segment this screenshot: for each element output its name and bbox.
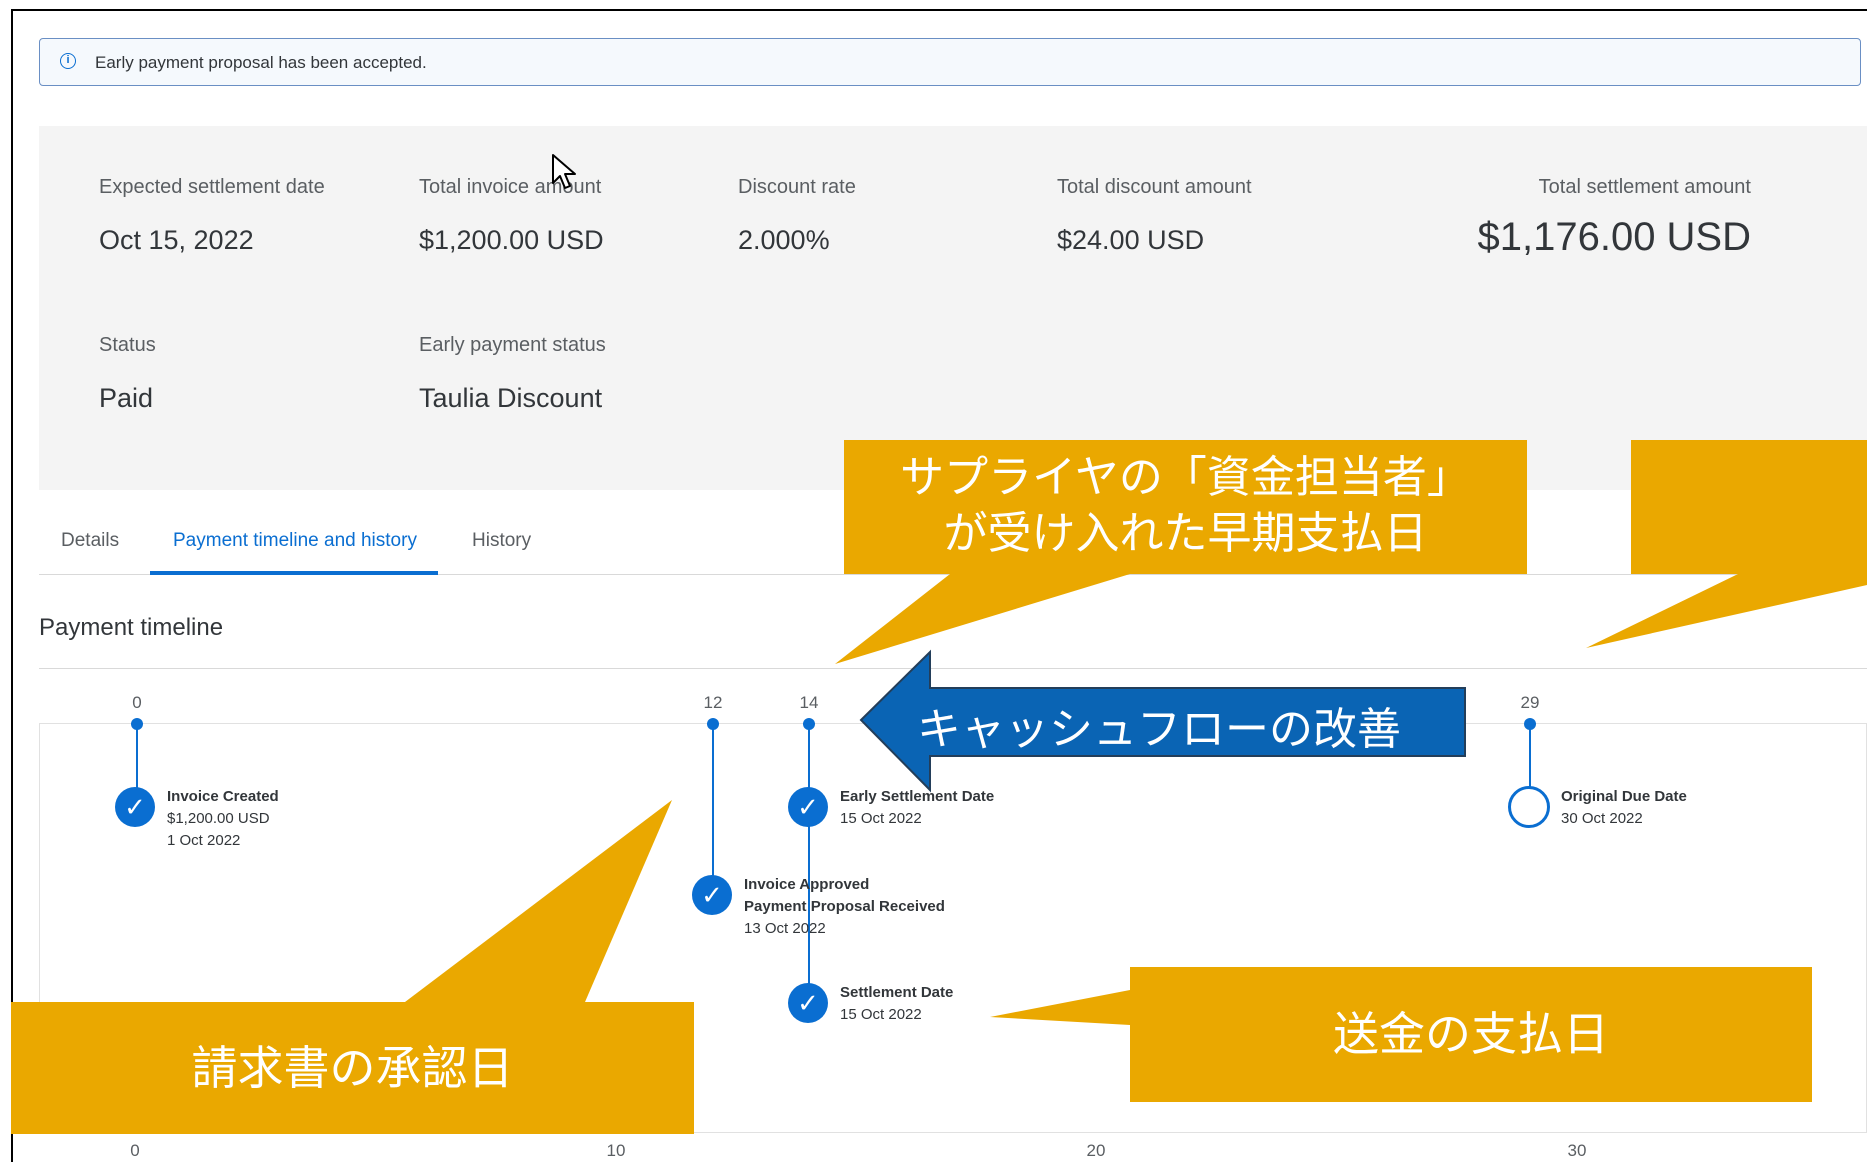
callout-pointer xyxy=(405,800,672,1002)
callout-text: 請求書の承認日 xyxy=(191,1041,514,1095)
cashflow-arrow-label: キャッシュフローの改善 xyxy=(917,704,1401,755)
callout-pointer xyxy=(835,574,1130,664)
approval-callout: 請求書の承認日 xyxy=(11,1002,694,1134)
callout-pointer xyxy=(990,990,1130,1025)
callout-text: が受け入れた早期支払日 xyxy=(943,508,1428,559)
payment-callout: 送金の支払日 xyxy=(1130,967,1812,1102)
early-payment-callout: サプライヤの「資金担当者」 が受け入れた早期支払日 xyxy=(844,440,1527,574)
partial-callout xyxy=(1631,440,1867,574)
callout-text: サプライヤの「資金担当者」 xyxy=(900,452,1471,503)
callout-text: 送金の支払日 xyxy=(1333,1007,1609,1061)
